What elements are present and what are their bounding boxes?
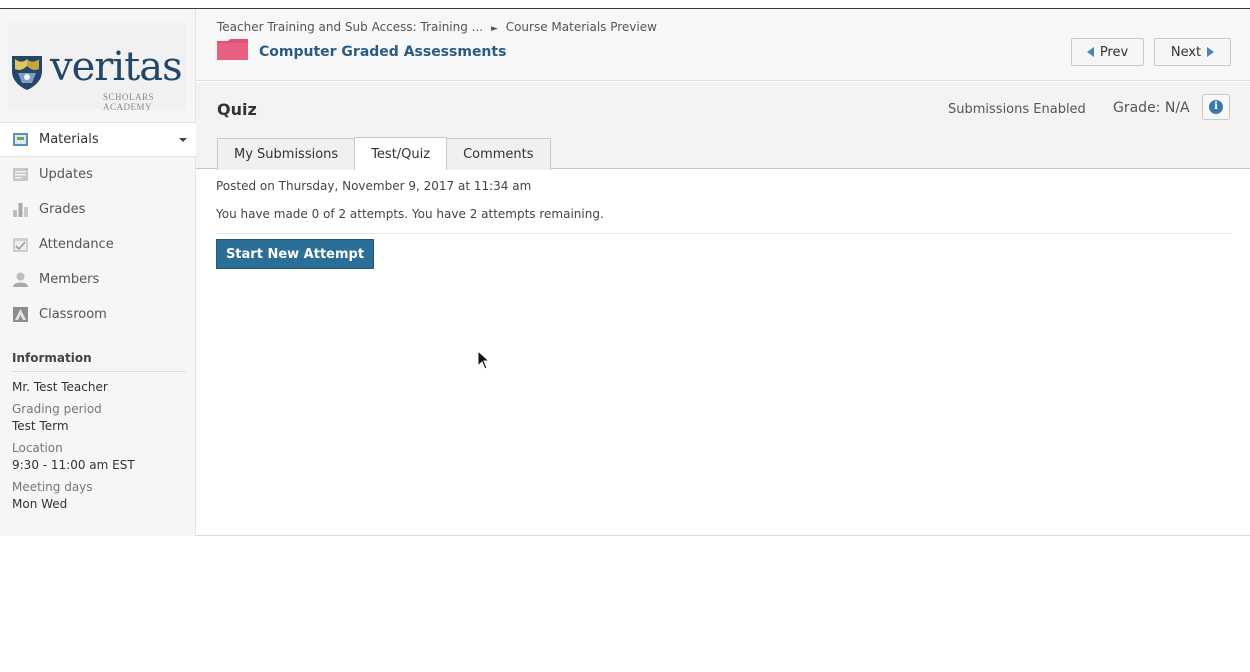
sidebar-item-label: Updates	[39, 167, 93, 182]
teacher-name[interactable]: Mr. Test Teacher	[12, 379, 186, 396]
attendance-icon	[13, 238, 28, 252]
next-label: Next	[1170, 44, 1202, 60]
sidebar-item-members[interactable]: Members	[0, 262, 196, 297]
sidebar-item-label: Attendance	[39, 237, 114, 252]
grading-period-value: Test Term	[12, 419, 69, 433]
grade-display: Grade: N/A	[1113, 100, 1190, 116]
attempts-status: You have made 0 of 2 attempts. You have …	[216, 207, 604, 221]
arrow-right-icon	[1207, 47, 1215, 57]
sidebar-item-updates[interactable]: Updates	[0, 157, 196, 192]
sidebar-item-label: Members	[39, 272, 100, 287]
content-divider	[216, 233, 1232, 234]
grading-period-label: Grading period	[12, 402, 102, 416]
quiz-content: Posted on Thursday, November 9, 2017 at …	[196, 170, 1250, 536]
location-value: 9:30 - 11:00 am EST	[12, 458, 135, 472]
prev-label: Prev	[1099, 44, 1129, 60]
breadcrumb-course-link[interactable]: Teacher Training and Sub Access: Trainin…	[217, 20, 483, 34]
posted-date: Posted on Thursday, November 9, 2017 at …	[216, 179, 532, 193]
grade-value: N/A	[1164, 100, 1190, 116]
sidebar-nav: Materials Updates Grades Attendance Memb…	[0, 122, 197, 332]
info-icon: i	[1209, 100, 1223, 114]
classroom-icon	[13, 307, 28, 322]
page-title: Quiz	[217, 100, 257, 119]
prev-button[interactable]: Prev	[1071, 38, 1144, 66]
sidebar-item-label: Grades	[39, 202, 86, 217]
quiz-header: Quiz Submissions Enabled Grade: N/A i My…	[196, 82, 1250, 171]
breadcrumb: Teacher Training and Sub Access: Trainin…	[217, 20, 657, 34]
page-header: Teacher Training and Sub Access: Trainin…	[196, 9, 1250, 81]
members-icon	[13, 272, 28, 287]
sidebar-item-grades[interactable]: Grades	[0, 192, 196, 227]
location-label: Location	[12, 441, 63, 455]
sidebar-item-attendance[interactable]: Attendance	[0, 227, 196, 262]
quiz-tabs: My Submissions Test/Quiz Comments	[217, 136, 551, 171]
tab-comments[interactable]: Comments	[446, 138, 551, 170]
information-heading: Information	[12, 351, 186, 372]
sidebar-item-materials[interactable]: Materials	[0, 122, 197, 157]
breadcrumb-separator-icon: ►	[490, 24, 498, 34]
school-logo[interactable]: veritas SCHOLARS ACADEMY	[8, 23, 186, 112]
arrow-left-icon	[1086, 47, 1094, 57]
mouse-cursor-icon	[477, 350, 491, 370]
shield-logo-icon	[12, 56, 42, 90]
meeting-days-label: Meeting days	[12, 480, 93, 494]
folder-title[interactable]: Computer Graded Assessments	[259, 44, 506, 60]
sidebar: veritas SCHOLARS ACADEMY Materials Updat…	[0, 9, 197, 536]
breadcrumb-page-link[interactable]: Course Materials Preview	[506, 20, 657, 34]
course-information: Information Mr. Test Teacher Grading per…	[12, 351, 186, 513]
tab-my-submissions[interactable]: My Submissions	[217, 138, 356, 170]
meeting-days-value: Mon Wed	[12, 497, 68, 511]
sidebar-item-label: Classroom	[39, 307, 107, 322]
grade-info-button[interactable]: i	[1202, 94, 1230, 120]
grades-icon	[13, 203, 28, 217]
brand-tagline: SCHOLARS ACADEMY	[103, 92, 155, 112]
submissions-status: Submissions Enabled	[948, 102, 1086, 117]
next-button[interactable]: Next	[1154, 38, 1231, 66]
chevron-down-icon[interactable]	[179, 138, 187, 142]
brand-name: veritas	[50, 44, 183, 90]
sidebar-item-classroom[interactable]: Classroom	[0, 297, 196, 332]
materials-icon	[13, 133, 28, 146]
updates-icon	[13, 168, 28, 181]
start-new-attempt-button[interactable]: Start New Attempt	[216, 239, 374, 269]
grade-label: Grade:	[1113, 100, 1161, 116]
folder-icon	[217, 39, 248, 60]
tab-test-quiz[interactable]: Test/Quiz	[354, 137, 448, 171]
sidebar-item-label: Materials	[39, 132, 99, 147]
